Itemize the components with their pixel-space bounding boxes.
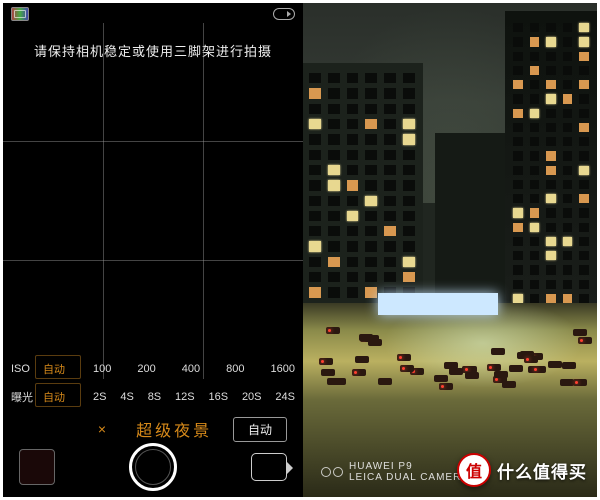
- sample-photo: HUAWEI P9 LEICA DUAL CAMERA 值 什么值得买: [303, 3, 597, 497]
- smzdm-badge-icon: 值: [457, 453, 491, 487]
- iso-options[interactable]: 100 200 400 800 1600: [81, 363, 295, 375]
- iso-option[interactable]: 400: [182, 363, 200, 375]
- switch-camera-icon[interactable]: [273, 8, 295, 20]
- building: [435, 133, 505, 303]
- mode-title[interactable]: 超级夜景: [136, 417, 212, 441]
- close-mode-icon[interactable]: ×: [98, 421, 106, 437]
- viewfinder[interactable]: [3, 3, 303, 379]
- camera-screenshot: 请保持相机稳定或使用三脚架进行拍摄 ISO 自动 100 200 400 800…: [3, 3, 303, 497]
- gallery-thumbnail[interactable]: [19, 449, 55, 485]
- image-container: 请保持相机稳定或使用三脚架进行拍摄 ISO 自动 100 200 400 800…: [0, 0, 600, 500]
- grid-line: [203, 23, 204, 379]
- grid-line: [3, 141, 303, 142]
- mode-bar: × 超级夜景 自动: [3, 417, 303, 441]
- exposure-option[interactable]: 20S: [242, 391, 262, 403]
- camera-watermark: HUAWEI P9 LEICA DUAL CAMERA: [321, 461, 469, 483]
- color-filter-icon[interactable]: [11, 7, 29, 21]
- exposure-option[interactable]: 4S: [120, 391, 133, 403]
- exposure-option[interactable]: 2S: [93, 391, 106, 403]
- exposure-option[interactable]: 16S: [208, 391, 228, 403]
- auto-button[interactable]: 自动: [233, 417, 287, 442]
- iso-option[interactable]: 200: [137, 363, 155, 375]
- camera-bottom-bar: [3, 443, 303, 491]
- building-windows: [309, 73, 415, 313]
- exposure-option[interactable]: 8S: [148, 391, 161, 403]
- leica-logo-icon: [321, 467, 343, 477]
- iso-option[interactable]: 100: [93, 363, 111, 375]
- manual-settings: ISO 自动 100 200 400 800 1600 曝光 自动 2S 4S …: [3, 355, 303, 411]
- iso-auto-value[interactable]: 自动: [41, 361, 81, 377]
- iso-option[interactable]: 800: [226, 363, 244, 375]
- lens-name: LEICA DUAL CAMERA: [349, 472, 469, 483]
- smzdm-overlay: 值 什么值得买: [457, 453, 587, 487]
- device-name: HUAWEI P9: [349, 461, 469, 472]
- grid-line: [103, 23, 104, 379]
- exposure-options[interactable]: 2S 4S 8S 12S 16S 20S 24S: [81, 391, 295, 403]
- exposure-option[interactable]: 12S: [175, 391, 195, 403]
- iso-option[interactable]: 1600: [271, 363, 295, 375]
- traffic: [303, 323, 597, 393]
- building-windows: [513, 23, 589, 303]
- exposure-row[interactable]: 曝光 自动 2S 4S 8S 12S 16S 20S 24S: [11, 383, 295, 411]
- shop-lights: [378, 293, 498, 315]
- iso-row[interactable]: ISO 自动 100 200 400 800 1600: [11, 355, 295, 383]
- exposure-option[interactable]: 24S: [275, 391, 295, 403]
- smzdm-text: 什么值得买: [497, 458, 587, 483]
- night-city-photo: HUAWEI P9 LEICA DUAL CAMERA 值 什么值得买: [303, 3, 597, 497]
- watermark-text: HUAWEI P9 LEICA DUAL CAMERA: [349, 461, 469, 483]
- grid-line: [3, 260, 303, 261]
- shutter-button[interactable]: [129, 443, 177, 491]
- video-mode-icon[interactable]: [251, 453, 287, 481]
- exposure-auto-value[interactable]: 自动: [41, 389, 81, 405]
